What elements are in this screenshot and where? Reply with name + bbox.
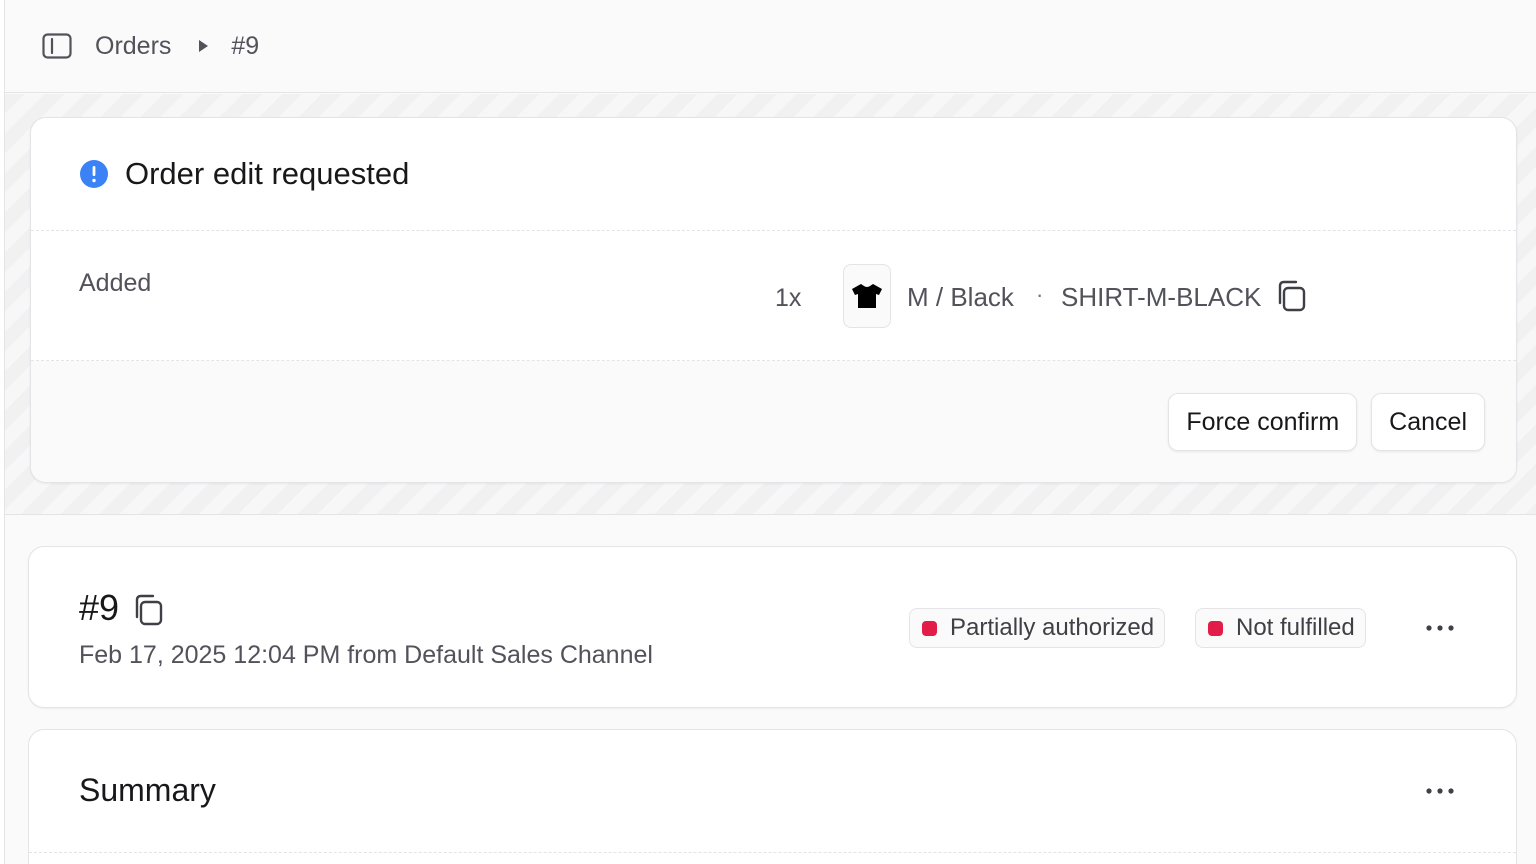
summary-card: Summary bbox=[28, 729, 1517, 864]
tshirt-icon bbox=[852, 284, 882, 308]
payment-status-badge: Partially authorized bbox=[909, 608, 1166, 648]
copy-icon[interactable] bbox=[1275, 279, 1307, 313]
order-header-card: #9 Feb 17, 2025 12:04 PM from Default Sa… bbox=[28, 546, 1517, 708]
exclamation-circle-icon bbox=[80, 160, 108, 188]
force-confirm-button[interactable]: Force confirm bbox=[1168, 393, 1358, 451]
summary-more-icon[interactable] bbox=[1420, 776, 1460, 806]
sidebar-toggle-icon[interactable] bbox=[41, 30, 73, 62]
order-edit-header: Order edit requested bbox=[31, 118, 1516, 231]
product-thumbnail bbox=[843, 264, 891, 328]
status-dot bbox=[922, 620, 937, 636]
copy-icon[interactable] bbox=[132, 593, 164, 627]
order-more-icon[interactable] bbox=[1420, 613, 1460, 643]
order-edit-title: Order edit requested bbox=[125, 156, 410, 191]
order-edit-banner-area: Order edit requested Added 1x M / Black … bbox=[5, 94, 1536, 515]
order-edit-actions: Force confirm Cancel bbox=[31, 361, 1516, 482]
breadcrumb-current: #9 bbox=[231, 31, 260, 60]
cancel-button[interactable]: Cancel bbox=[1371, 393, 1485, 451]
summary-title: Summary bbox=[79, 772, 216, 808]
order-id: #9 bbox=[79, 587, 120, 628]
status-dot bbox=[1208, 620, 1223, 636]
fulfillment-status-badge: Not fulfilled bbox=[1195, 608, 1366, 648]
triangle-right-icon bbox=[197, 38, 209, 54]
top-bar: Orders #9 bbox=[5, 0, 1536, 93]
added-label: Added bbox=[79, 269, 152, 297]
breadcrumb-orders[interactable]: Orders bbox=[95, 32, 171, 61]
item-quantity: 1x bbox=[775, 284, 802, 312]
ellipsis-horizontal-icon bbox=[1426, 625, 1454, 631]
ellipsis-horizontal-icon bbox=[1426, 788, 1454, 794]
item-variant: M / Black bbox=[907, 282, 1014, 312]
app-frame: Orders #9 Order edit requested Added 1x bbox=[4, 0, 1536, 864]
fulfillment-status-label: Not fulfilled bbox=[1236, 614, 1355, 641]
order-meta: Feb 17, 2025 12:04 PM from Default Sales… bbox=[79, 641, 653, 669]
added-item-row: Added 1x M / Black · SHIRT-M-BLACK bbox=[31, 231, 1516, 361]
summary-divider bbox=[29, 852, 1516, 853]
payment-status-label: Partially authorized bbox=[950, 614, 1155, 641]
variant-sku-separator: · bbox=[1036, 282, 1044, 307]
order-edit-card: Order edit requested Added 1x M / Black … bbox=[30, 117, 1517, 483]
item-sku: SHIRT-M-BLACK bbox=[1061, 282, 1262, 312]
